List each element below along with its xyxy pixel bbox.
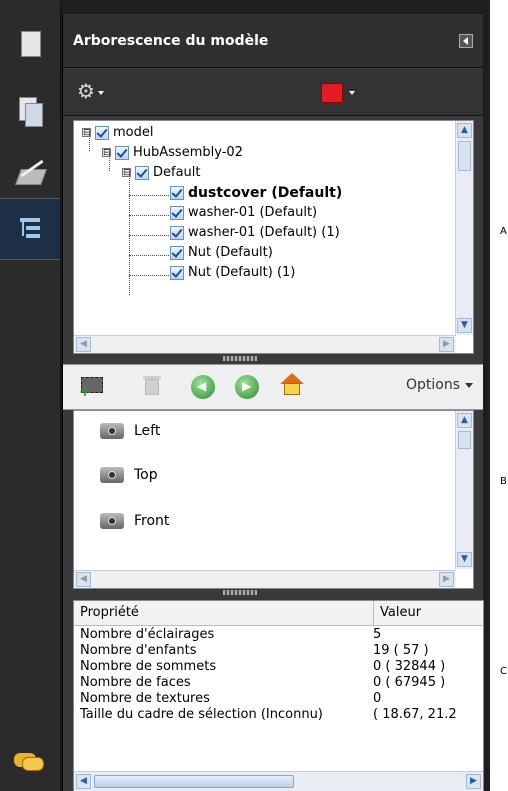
camera-icon (100, 513, 124, 529)
view-item-left[interactable]: Left (100, 419, 160, 443)
view-item-top[interactable]: Top (100, 463, 158, 487)
tree-item-washer-01-1[interactable]: washer-01 (Default) (1) (170, 223, 340, 243)
pages-button[interactable] (0, 14, 60, 74)
views-list: Left Top Front ▲ ▼ ◀ ▶ (73, 410, 474, 589)
splitter-handle[interactable] (223, 590, 257, 595)
checkbox[interactable] (170, 245, 184, 260)
navigation-toolbar (0, 0, 61, 791)
table-row: Nombre de sommets 0 ( 32844 ) (80, 659, 446, 674)
scroll-up-icon[interactable]: ▲ (457, 123, 472, 138)
scroll-up-icon[interactable]: ▲ (457, 413, 472, 428)
table-row: Nombre de textures 0 (80, 691, 382, 706)
tree-item-washer-01[interactable]: washer-01 (Default) (170, 203, 317, 223)
page-icon (17, 29, 43, 59)
properties-table: Propriété Valeur Nombre d'éclairages 5 No… (73, 600, 484, 791)
tree-item-model[interactable]: ⊟ model (82, 123, 153, 143)
home-icon[interactable] (279, 373, 305, 397)
scroll-left-icon[interactable]: ◀ (76, 774, 91, 789)
checkbox[interactable] (170, 265, 184, 280)
add-view-icon[interactable]: + (79, 375, 105, 399)
table-row: Nombre d'enfants 19 ( 57 ) (80, 643, 429, 658)
signature-pen-icon (15, 159, 47, 189)
model-tree-button[interactable] (0, 198, 60, 260)
view-item-front[interactable]: Front (100, 509, 169, 533)
scroll-thumb[interactable] (458, 141, 471, 171)
views-toolbar: + ◀ ▶ Options (63, 364, 483, 410)
panel-options-bar: ⚙ (63, 69, 483, 116)
checkbox[interactable] (170, 186, 184, 200)
views-horizontal-scrollbar[interactable]: ◀ ▶ (74, 570, 456, 588)
collapse-icon[interactable]: ⊟ (122, 168, 131, 178)
table-row: Taille du cadre de sélection (Inconnu)( … (80, 707, 457, 722)
app-frame: Arborescence du modèle ⚙ ⊟ model ⊟ HubAsse… (0, 0, 490, 791)
collapse-panel-button[interactable] (459, 34, 473, 48)
chevron-down-icon (97, 90, 104, 95)
tree-item-hubassembly[interactable]: ⊟ HubAssembly-02 (102, 143, 243, 163)
checkbox[interactable] (115, 145, 129, 160)
checkbox[interactable] (135, 165, 149, 180)
table-row: Nombre de faces 0 ( 67945 ) (80, 675, 446, 690)
tree-vertical-scrollbar[interactable]: ▲ ▼ (455, 121, 473, 335)
scroll-right-icon[interactable]: ▶ (466, 774, 481, 789)
model-tree-panel: Arborescence du modèle ⚙ ⊟ model ⊟ HubAsse… (62, 14, 484, 791)
comments-icon[interactable] (14, 751, 46, 773)
properties-header: Propriété Valeur (74, 601, 483, 626)
scroll-right-icon[interactable]: ▶ (439, 337, 454, 352)
table-row: Nombre d'éclairages 5 (80, 627, 382, 642)
scroll-down-icon[interactable]: ▼ (457, 318, 472, 333)
callout-label-a: A (500, 226, 507, 237)
options-menu-button[interactable]: Options (406, 377, 473, 393)
scroll-left-icon[interactable]: ◀ (76, 337, 91, 352)
gear-icon[interactable]: ⚙ (77, 81, 104, 101)
structure-tree: ⊟ model ⊟ HubAssembly-02 ⊟ Default dustcove… (73, 120, 474, 354)
callout-label-c: C (500, 666, 507, 677)
scroll-thumb[interactable] (94, 775, 294, 788)
callout-label-b: B (500, 476, 507, 487)
tree-item-nut-1[interactable]: Nut (Default) (1) (170, 263, 295, 283)
camera-icon (100, 423, 124, 439)
checkbox[interactable] (170, 225, 184, 240)
column-header-property[interactable]: Propriété (80, 601, 139, 625)
column-header-value[interactable]: Valeur (373, 601, 483, 625)
documents-icon (17, 97, 43, 127)
signatures-button[interactable] (0, 144, 60, 204)
panel-title: Arborescence du modèle (63, 14, 483, 68)
collapse-icon[interactable]: ⊟ (82, 128, 91, 138)
chevron-down-icon[interactable] (349, 91, 355, 95)
views-vertical-scrollbar[interactable]: ▲ ▼ (455, 411, 473, 569)
properties-horizontal-scrollbar[interactable]: ◀ ▶ (74, 771, 483, 791)
scroll-right-icon[interactable]: ▶ (439, 572, 454, 587)
tree-item-nut[interactable]: Nut (Default) (170, 243, 273, 263)
collapse-icon[interactable]: ⊟ (102, 148, 111, 158)
color-swatch-button[interactable] (321, 83, 343, 103)
chevron-down-icon (465, 382, 473, 388)
camera-icon (100, 467, 124, 483)
attachments-button[interactable] (0, 82, 60, 142)
scroll-left-icon[interactable]: ◀ (76, 572, 91, 587)
next-view-icon[interactable]: ▶ (235, 375, 259, 399)
tree-item-default[interactable]: ⊟ Default (122, 163, 201, 183)
scroll-down-icon[interactable]: ▼ (457, 552, 472, 567)
previous-view-icon[interactable]: ◀ (191, 375, 215, 399)
checkbox[interactable] (170, 205, 184, 220)
scroll-thumb[interactable] (458, 431, 471, 449)
checkbox[interactable] (95, 125, 109, 140)
delete-view-icon[interactable] (143, 375, 161, 397)
tree-horizontal-scrollbar[interactable]: ◀ ▶ (74, 335, 456, 353)
tree-item-dustcover[interactable]: dustcover (Default) (170, 183, 342, 203)
model-tree-icon (17, 214, 43, 244)
splitter-handle[interactable] (223, 356, 257, 361)
